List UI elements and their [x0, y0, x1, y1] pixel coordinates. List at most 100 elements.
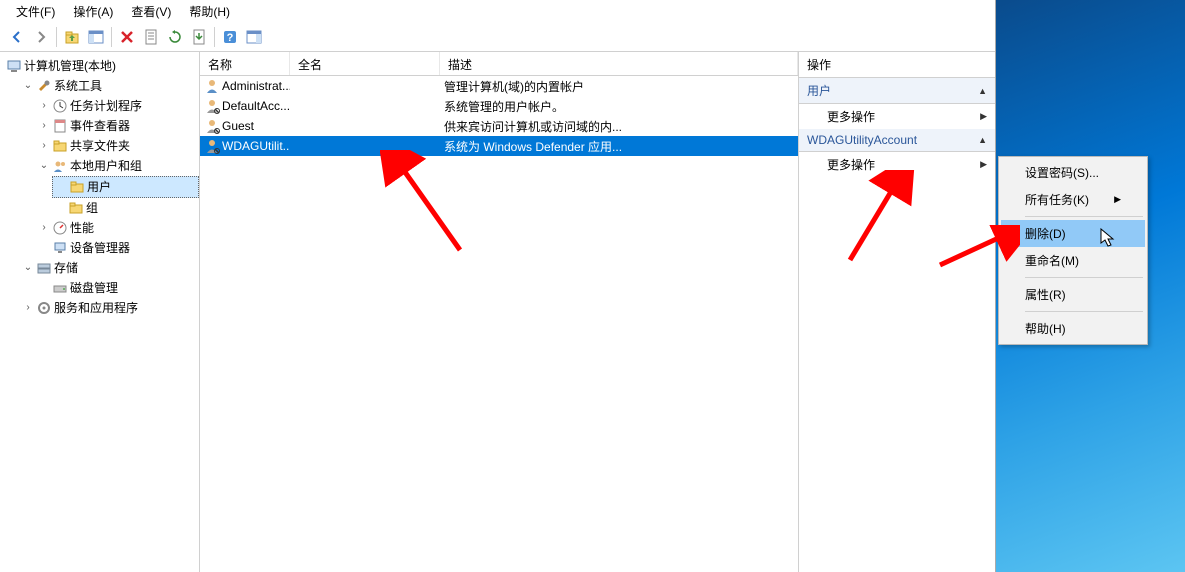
- action-group-account[interactable]: WDAGUtilityAccount ▲: [799, 129, 995, 152]
- menu-item-label: 设置密码(S)...: [1025, 164, 1099, 181]
- action-group-users[interactable]: 用户 ▲: [799, 78, 995, 104]
- svg-text:?: ?: [227, 32, 234, 44]
- folder-icon: [69, 179, 85, 195]
- action-more-users[interactable]: 更多操作 ▶: [799, 104, 995, 129]
- tree-disk-management[interactable]: 磁盘管理: [36, 278, 199, 298]
- collapse-icon[interactable]: ⌄: [22, 258, 34, 278]
- user-list-panel: 名称 全名 描述 Administrat...管理计算机(域)的内置帐户Defa…: [200, 52, 799, 572]
- context-menu: 设置密码(S)... 所有任务(K)▶ 删除(D) 重命名(M) 属性(R) 帮…: [998, 156, 1148, 345]
- event-icon: [52, 118, 68, 134]
- toolbar-separator: [214, 27, 215, 47]
- tree-label: 组: [86, 198, 98, 218]
- delete-button[interactable]: [116, 26, 138, 48]
- menu-item-label: 帮助(H): [1025, 320, 1066, 337]
- tree-label: 任务计划程序: [70, 96, 142, 116]
- services-icon: [36, 300, 52, 316]
- actions-panel: 操作 用户 ▲ 更多操作 ▶ WDAGUtilityAccount ▲ 更多操作…: [799, 52, 995, 572]
- list-header: 名称 全名 描述: [200, 52, 798, 76]
- tree-label: 服务和应用程序: [54, 298, 138, 318]
- tree-users[interactable]: 用户: [52, 176, 199, 198]
- tree-shared-folders[interactable]: › 共享文件夹: [36, 136, 199, 156]
- column-name[interactable]: 名称: [200, 52, 290, 75]
- collapse-icon[interactable]: ⌄: [38, 156, 50, 176]
- menu-item-label: 属性(R): [1025, 286, 1066, 303]
- menu-item-label: 重命名(M): [1025, 252, 1079, 269]
- tree-label: 共享文件夹: [70, 136, 130, 156]
- disk-icon: [52, 280, 68, 296]
- expand-icon[interactable]: ›: [38, 96, 50, 116]
- expand-icon[interactable]: ›: [38, 218, 50, 238]
- storage-icon: [36, 260, 52, 276]
- tree-task-scheduler[interactable]: › 任务计划程序: [36, 96, 199, 116]
- tree-label: 磁盘管理: [70, 278, 118, 298]
- user-description: 系统管理的用户帐户。: [440, 98, 798, 115]
- show-hide-tree-button[interactable]: [85, 26, 107, 48]
- toolbar: ?: [0, 22, 995, 52]
- folder-icon: [68, 200, 84, 216]
- menu-separator: [1025, 216, 1143, 217]
- action-group-label: 用户: [807, 82, 831, 99]
- tree-device-manager[interactable]: 设备管理器: [36, 238, 199, 258]
- menu-help[interactable]: 帮助(H): [181, 1, 238, 22]
- tree-storage[interactable]: ⌄存储: [20, 258, 199, 278]
- menu-properties[interactable]: 属性(R): [1001, 281, 1145, 308]
- list-body[interactable]: Administrat...管理计算机(域)的内置帐户DefaultAcc...…: [200, 76, 798, 572]
- submenu-arrow-icon: ▶: [980, 111, 987, 122]
- performance-icon: [52, 220, 68, 236]
- tree-groups[interactable]: 组: [52, 198, 199, 218]
- submenu-arrow-icon: ▶: [980, 159, 987, 170]
- clock-icon: [52, 98, 68, 114]
- menu-separator: [1025, 311, 1143, 312]
- tree-root[interactable]: 计算机管理(本地): [4, 56, 199, 76]
- navigation-tree: 计算机管理(本地) ⌄ 系统工具 › 任务计划程序 ›事件查看器: [0, 52, 200, 572]
- tree-local-users-groups[interactable]: ⌄ 本地用户和组: [36, 156, 199, 176]
- user-icon: [204, 138, 220, 154]
- actions-header: 操作: [799, 52, 995, 78]
- forward-button[interactable]: [30, 26, 52, 48]
- user-row[interactable]: Guest供来宾访问计算机或访问域的内...: [200, 116, 798, 136]
- column-description[interactable]: 描述: [440, 52, 798, 75]
- expand-icon[interactable]: ›: [38, 136, 50, 156]
- show-action-pane-button[interactable]: [243, 26, 265, 48]
- user-row[interactable]: WDAGUtilit... 系统为 Windows Defender 应用...: [200, 136, 798, 156]
- up-button[interactable]: [61, 26, 83, 48]
- menu-rename[interactable]: 重命名(M): [1001, 247, 1145, 274]
- toolbar-separator: [56, 27, 57, 47]
- menu-delete[interactable]: 删除(D): [1001, 220, 1145, 247]
- user-name: WDAGUtilit...: [222, 139, 290, 153]
- export-button[interactable]: [188, 26, 210, 48]
- tree-performance[interactable]: ›性能: [36, 218, 199, 238]
- menu-all-tasks[interactable]: 所有任务(K)▶: [1001, 186, 1145, 213]
- user-row[interactable]: DefaultAcc... 系统管理的用户帐户。: [200, 96, 798, 116]
- user-icon: [204, 98, 220, 114]
- user-name: Administrat...: [222, 79, 290, 93]
- back-button[interactable]: [6, 26, 28, 48]
- user-name: DefaultAcc...: [222, 99, 290, 113]
- help-button[interactable]: ?: [219, 26, 241, 48]
- device-icon: [52, 240, 68, 256]
- user-icon: [204, 118, 220, 134]
- tree-system-tools[interactable]: ⌄ 系统工具: [20, 76, 199, 96]
- menu-view[interactable]: 查看(V): [123, 1, 179, 22]
- menu-help[interactable]: 帮助(H): [1001, 315, 1145, 342]
- tree-event-viewer[interactable]: ›事件查看器: [36, 116, 199, 136]
- expand-icon[interactable]: ›: [22, 298, 34, 318]
- user-row[interactable]: Administrat... 管理计算机(域)的内置帐户: [200, 76, 798, 96]
- menu-item-label: 所有任务(K): [1025, 191, 1089, 208]
- menu-set-password[interactable]: 设置密码(S)...: [1001, 159, 1145, 186]
- column-fullname[interactable]: 全名: [290, 52, 440, 75]
- user-description: 系统为 Windows Defender 应用...: [440, 138, 798, 155]
- menu-file[interactable]: 文件(F): [8, 1, 63, 22]
- shared-folder-icon: [52, 138, 68, 154]
- action-more-account[interactable]: 更多操作 ▶: [799, 152, 995, 177]
- tree-label: 设备管理器: [70, 238, 130, 258]
- menu-action[interactable]: 操作(A): [65, 1, 121, 22]
- user-description: 供来宾访问计算机或访问域的内...: [440, 118, 798, 135]
- tree-services-apps[interactable]: › 服务和应用程序: [20, 298, 199, 318]
- user-description: 管理计算机(域)的内置帐户: [440, 78, 798, 95]
- collapse-icon[interactable]: ⌄: [22, 76, 34, 96]
- refresh-button[interactable]: [164, 26, 186, 48]
- expand-icon[interactable]: ›: [38, 116, 50, 136]
- properties-button[interactable]: [140, 26, 162, 48]
- tree-label: 本地用户和组: [70, 156, 142, 176]
